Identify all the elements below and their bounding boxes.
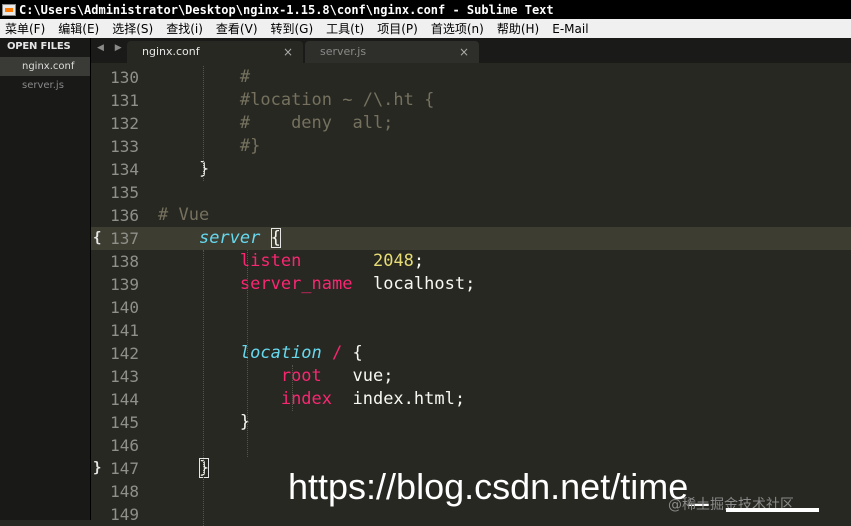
menu-view[interactable]: 查看(V)	[211, 20, 266, 37]
line-number: 131	[110, 91, 139, 110]
code-editor[interactable]: 130 #131 #location ~ /\.ht {132 # deny a…	[91, 63, 851, 526]
code-text: }	[158, 412, 251, 432]
menu-file[interactable]: 菜单(F)	[0, 20, 53, 37]
indent-guide	[292, 365, 293, 411]
menu-preferences[interactable]: 首选项(n)	[426, 20, 492, 37]
menu-find[interactable]: 查找(i)	[161, 20, 211, 37]
sublime-app-icon	[2, 3, 16, 16]
sidebar: OPEN FILES nginx.conf server.js	[0, 38, 91, 520]
code-text: # deny all;	[239, 113, 394, 133]
line-number: 133	[110, 137, 139, 156]
code-text: #}	[239, 136, 261, 156]
menu-help[interactable]: 帮助(H)	[492, 20, 547, 37]
code-text: }	[198, 458, 210, 478]
code-text: #	[239, 67, 251, 87]
code-line[interactable]: 141	[91, 319, 851, 342]
code-text: listen 2048;	[239, 251, 425, 271]
code-text: root vue;	[280, 366, 394, 386]
tab-nginx-conf[interactable]: nginx.conf ×	[127, 41, 303, 63]
code-line[interactable]: 130 #	[91, 66, 851, 89]
line-number: 141	[110, 321, 139, 340]
close-icon[interactable]: ×	[283, 41, 293, 63]
code-line[interactable]: 131 #location ~ /\.ht {	[91, 89, 851, 112]
menu-edit[interactable]: 编辑(E)	[53, 20, 107, 37]
indent-guide	[203, 66, 204, 181]
line-number: 144	[110, 390, 139, 409]
code-line[interactable]: 134 }	[91, 158, 851, 181]
line-number: 149	[110, 505, 139, 524]
fold-marker-icon[interactable]: }	[93, 457, 101, 480]
line-number: 135	[110, 183, 139, 202]
menu-tools[interactable]: 工具(t)	[321, 20, 372, 37]
line-number: 145	[110, 413, 139, 432]
code-text: location / {	[239, 343, 363, 363]
code-text: #location ~ /\.ht {	[239, 90, 435, 110]
watermark-underscore	[726, 508, 819, 512]
line-number: 148	[110, 482, 139, 501]
window-title-bar: C:\Users\Administrator\Desktop\nginx-1.1…	[0, 0, 851, 19]
tab-server-js[interactable]: server.js ×	[305, 41, 479, 63]
code-line[interactable]: 139 server_name localhost;	[91, 273, 851, 296]
code-text: server {	[198, 228, 281, 248]
tab-nav-arrows-icon[interactable]: ◀ ▶	[97, 43, 126, 53]
code-line[interactable]: 142 location / {	[91, 342, 851, 365]
sidebar-file-server-js[interactable]: server.js	[0, 76, 90, 95]
line-number: 143	[110, 367, 139, 386]
line-number: 132	[110, 114, 139, 133]
code-line[interactable]: 132 # deny all;	[91, 112, 851, 135]
watermark-url: https://blog.csdn.net/time_	[288, 466, 709, 507]
window-title: C:\Users\Administrator\Desktop\nginx-1.1…	[19, 2, 554, 17]
menu-goto[interactable]: 转到(G)	[266, 20, 322, 37]
code-text: index index.html;	[280, 389, 466, 409]
code-line[interactable]: {137 server {	[91, 227, 851, 250]
sidebar-file-nginx-conf[interactable]: nginx.conf	[0, 57, 90, 76]
code-line[interactable]: 138 listen 2048;	[91, 250, 851, 273]
code-text: server_name localhost;	[239, 274, 476, 294]
menu-bar: 菜单(F) 编辑(E) 选择(S) 查找(i) 查看(V) 转到(G) 工具(t…	[0, 19, 851, 38]
tab-label: nginx.conf	[142, 45, 200, 58]
indent-guide	[203, 250, 204, 526]
line-number: 142	[110, 344, 139, 363]
line-number: 138	[110, 252, 139, 271]
menu-project[interactable]: 项目(P)	[372, 20, 426, 37]
indent-guide	[247, 250, 248, 457]
menu-email[interactable]: E-Mail	[547, 22, 596, 36]
code-line[interactable]: 144 index index.html;	[91, 388, 851, 411]
line-number: 130	[110, 68, 139, 87]
fold-marker-icon[interactable]: {	[93, 227, 101, 250]
tab-bar: ◀ ▶ nginx.conf × server.js ×	[91, 38, 851, 63]
line-number: 136	[110, 206, 139, 225]
code-line[interactable]: 143 root vue;	[91, 365, 851, 388]
code-line[interactable]: 146	[91, 434, 851, 457]
line-number: 147	[110, 459, 139, 478]
close-icon[interactable]: ×	[459, 41, 469, 63]
menu-selection[interactable]: 选择(S)	[107, 20, 161, 37]
code-text: # Vue	[158, 205, 210, 225]
tab-label: server.js	[320, 45, 367, 58]
code-line[interactable]: 140	[91, 296, 851, 319]
code-line[interactable]: 145 }	[91, 411, 851, 434]
open-files-header: OPEN FILES	[7, 41, 71, 52]
code-line[interactable]: 133 #}	[91, 135, 851, 158]
code-text: }	[158, 159, 210, 179]
line-number: 140	[110, 298, 139, 317]
line-number: 139	[110, 275, 139, 294]
line-number: 134	[110, 160, 139, 179]
line-number: 137	[110, 229, 139, 248]
line-number: 146	[110, 436, 139, 455]
code-line[interactable]: 135	[91, 181, 851, 204]
code-line[interactable]: 136 # Vue	[91, 204, 851, 227]
